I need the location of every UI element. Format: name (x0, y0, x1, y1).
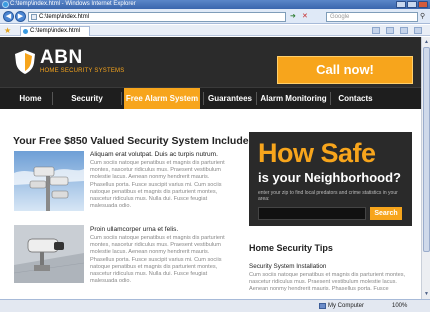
nav-item-home[interactable]: Home (9, 88, 52, 109)
wall-camera-photo (14, 225, 84, 283)
tips-text: Cum sociis natoque penatibus et magnis d… (249, 272, 406, 293)
tab-page-icon (23, 29, 28, 34)
main-heading: Your Free $850 Valued Security System In… (13, 135, 258, 147)
search-button[interactable]: Search (370, 207, 402, 220)
window-title: C:\temp\index.html - Windows Internet Ex… (10, 1, 136, 7)
security-camera-photo (14, 151, 84, 211)
page-icon (31, 14, 37, 20)
minimize-icon[interactable] (396, 1, 406, 8)
scroll-up-icon[interactable]: ▲ (423, 38, 430, 46)
window-titlebar: C:\temp\index.html - Windows Internet Ex… (0, 0, 430, 9)
logo-title[interactable]: ABN (40, 47, 83, 69)
tips-heading: Home Security Tips (249, 243, 333, 253)
favorites-star-icon[interactable]: ★ (4, 26, 11, 35)
tips-subheading[interactable]: Security System Installation (249, 263, 326, 270)
page-menu-icon[interactable] (414, 27, 422, 34)
tab-bar: ★ C:\temp\index.html (0, 25, 430, 36)
browser-tab[interactable]: C:\temp\index.html (20, 26, 90, 36)
search-icon[interactable]: ⚲ (420, 12, 428, 21)
forward-button[interactable]: ▶ (15, 11, 26, 22)
tab-title: C:\temp\index.html (30, 28, 81, 34)
address-bar: ◀ ▶ C:\temp\index.html ➜ ✕ Google ⚲ (0, 9, 430, 24)
security-zone: My Computer (328, 303, 365, 309)
promo-subheadline: is your Neighborhood? (258, 170, 401, 185)
feeds-icon[interactable] (386, 27, 394, 34)
nav-item-guarantees[interactable]: Guarantees (204, 88, 256, 109)
promo-instructions: enter your zip to find local predators a… (258, 190, 398, 202)
status-bar: My Computer 100% (0, 299, 430, 312)
item-text: Cum sociis natoque penatibus et magnis d… (90, 235, 225, 285)
item-text: Cum sociis natoque penatibus et magnis d… (90, 160, 225, 210)
nav-item-free-alarm-system[interactable]: Free Alarm System (124, 88, 200, 109)
zoom-level[interactable]: 100% (392, 300, 407, 312)
page-scrollbar[interactable]: ▲ ▼ (421, 37, 430, 299)
print-icon[interactable] (400, 27, 408, 34)
scroll-thumb[interactable] (423, 47, 430, 252)
item-title: Proin ullamcorper urna et felis. (90, 226, 179, 233)
main-nav: Home Security Packages Free Alarm System… (0, 87, 430, 124)
nav-item-security-packages[interactable]: Security Packages (53, 88, 121, 124)
nav-divider (121, 92, 122, 105)
command-bar (372, 27, 422, 34)
nav-item-contacts[interactable]: Contacts (331, 88, 380, 109)
logo-subtitle: HOME SECURITY SYSTEMS (40, 68, 125, 74)
url-text: C:\temp\index.html (39, 14, 90, 20)
close-window-icon[interactable] (418, 1, 428, 8)
computer-zone-icon (319, 303, 326, 309)
window-controls (396, 1, 428, 8)
promo-headline: How Safe (258, 138, 376, 168)
item-title: Aliquam erat volutpat. Duis ac turpis nu… (90, 151, 218, 158)
home-icon[interactable] (372, 27, 380, 34)
shield-logo-icon (15, 50, 35, 74)
maximize-icon[interactable] (407, 1, 417, 8)
ie-icon (2, 1, 9, 8)
go-icon[interactable]: ➜ (290, 13, 299, 21)
nav-item-alarm-monitoring[interactable]: Alarm Monitoring (257, 88, 330, 109)
scroll-down-icon[interactable]: ▼ (423, 290, 430, 298)
call-now-box: Call now! +1234567890 (277, 56, 413, 103)
browser-search-input[interactable]: Google (326, 12, 418, 22)
zip-input[interactable] (258, 207, 366, 220)
url-input[interactable]: C:\temp\index.html (28, 12, 286, 22)
stop-icon[interactable]: ✕ (302, 13, 311, 21)
back-button[interactable]: ◀ (3, 11, 14, 22)
